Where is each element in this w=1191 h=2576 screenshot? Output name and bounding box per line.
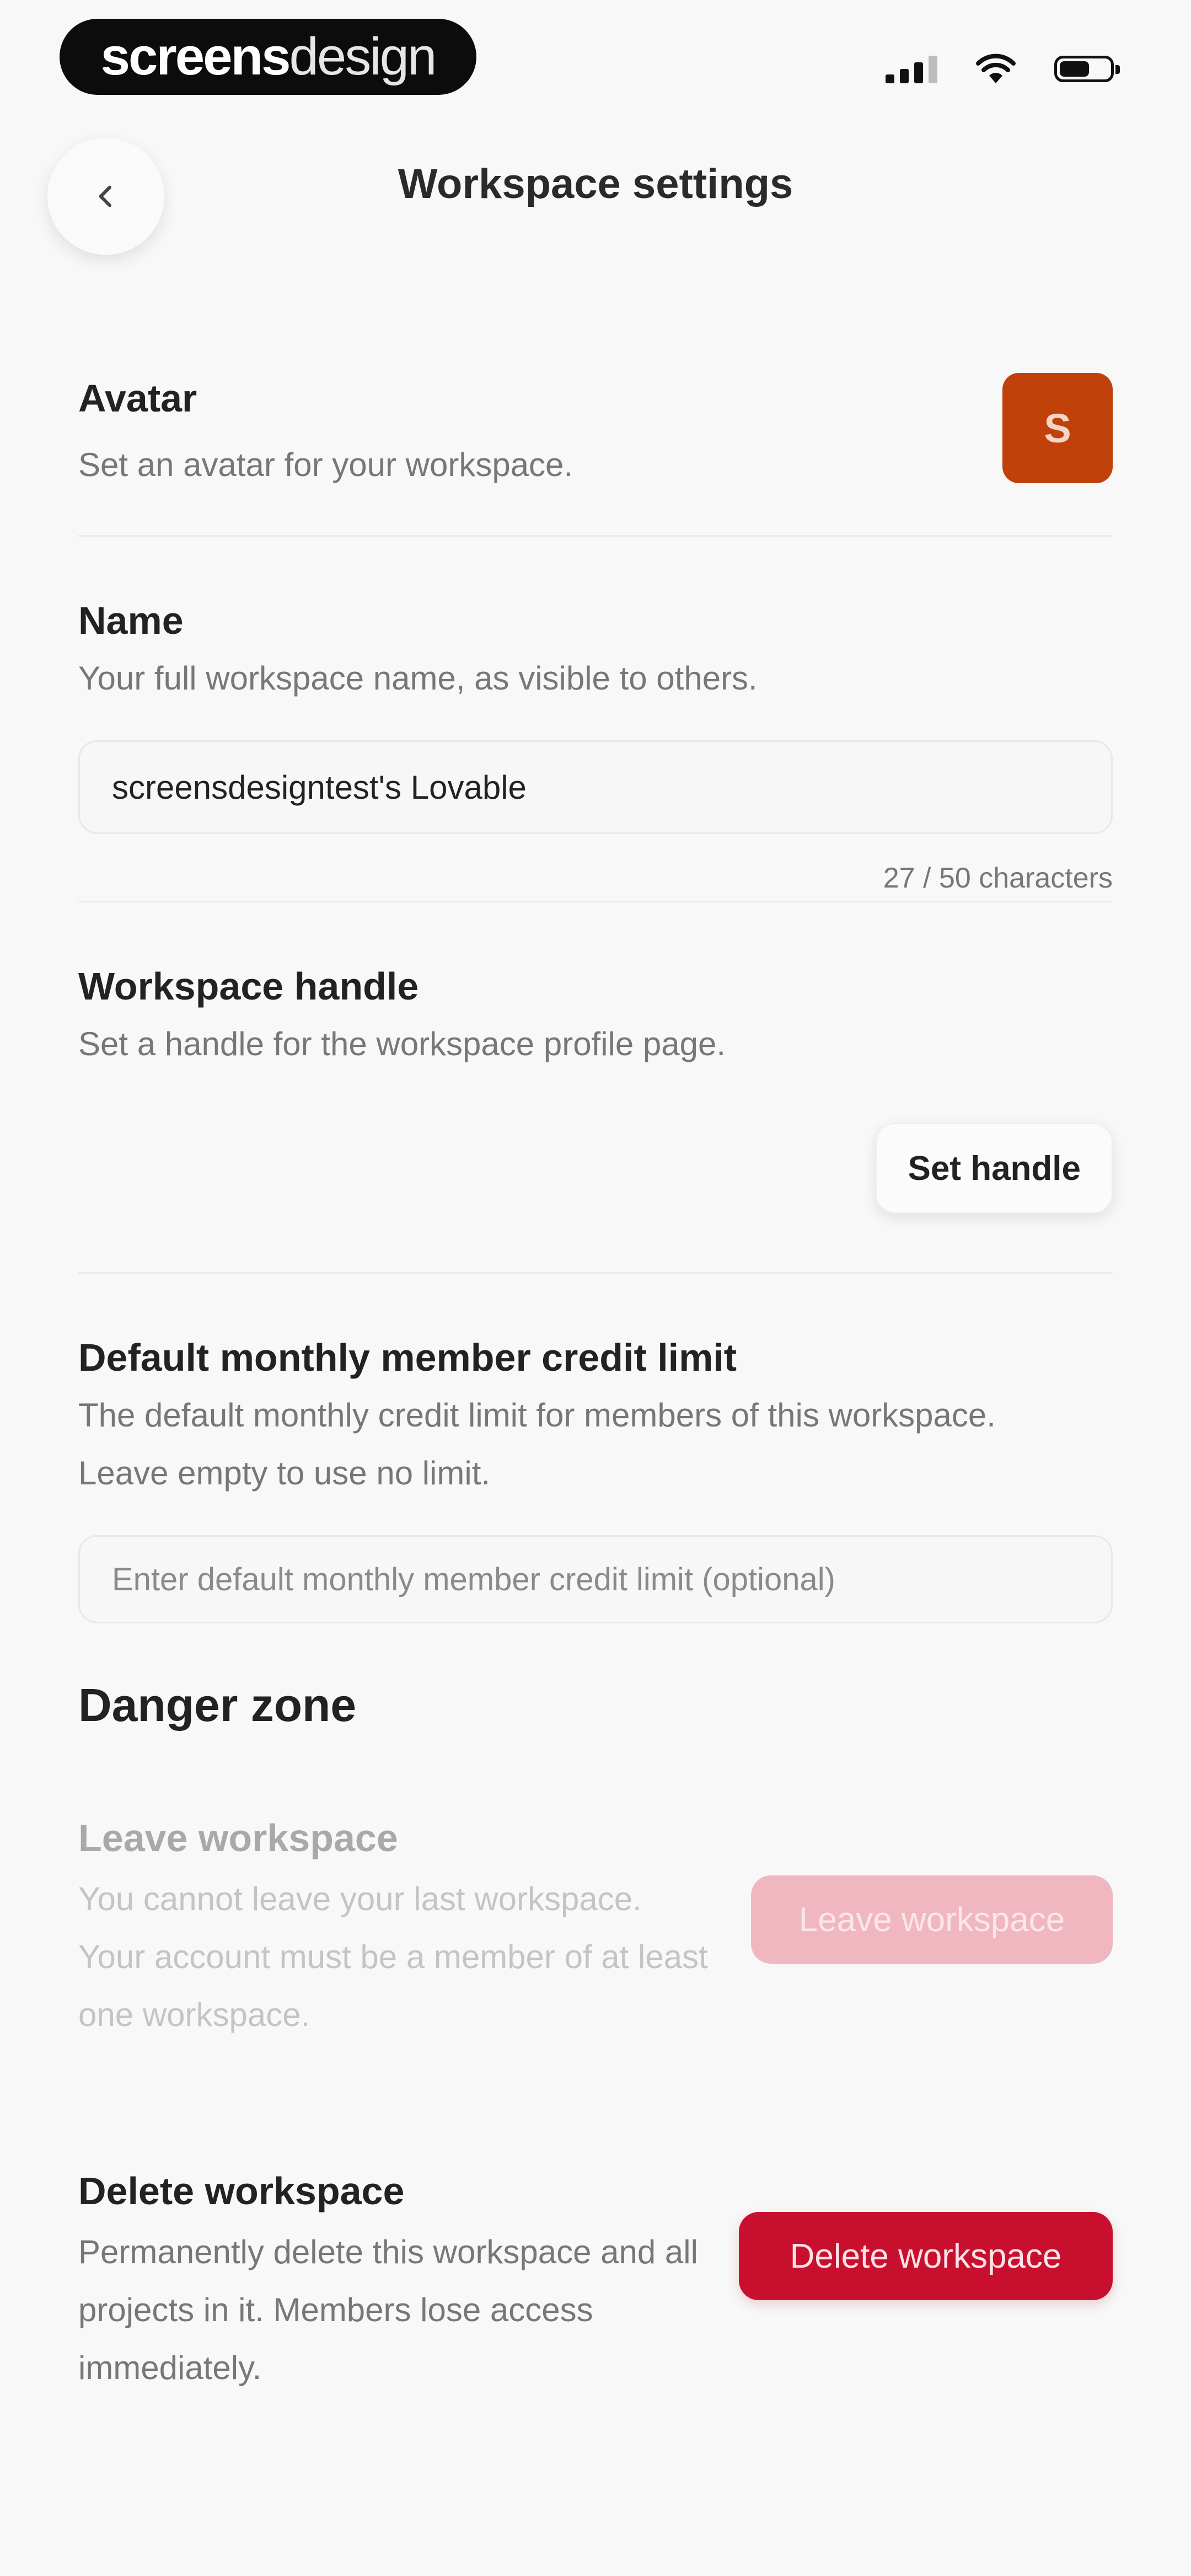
brand-logo: screens design [60, 19, 476, 95]
name-label: Name [78, 599, 184, 642]
status-icons [886, 44, 1120, 94]
name-description: Your full workspace name, as visible to … [78, 660, 758, 697]
battery-fill [1060, 61, 1089, 77]
leave-workspace-text: Leave workspace You cannot leave your la… [78, 1815, 712, 2044]
workspace-name-input[interactable]: screensdesigntest's Lovable [78, 740, 1113, 834]
credit-limit-placeholder: Enter default monthly member credit limi… [112, 1561, 835, 1597]
battery-icon [1054, 56, 1120, 82]
wifi-icon [976, 54, 1016, 83]
avatar-description: Set an avatar for your workspace. [78, 446, 573, 483]
credit-limit-label: Default monthly member credit limit [78, 1336, 737, 1379]
leave-workspace-button[interactable]: Leave workspace [751, 1875, 1113, 1964]
avatar-label: Avatar [78, 377, 197, 420]
delete-workspace-description: Permanently delete this workspace and al… [78, 2233, 698, 2386]
brand-logo-light: design [289, 27, 437, 86]
header: Workspace settings [0, 127, 1191, 259]
credit-limit-section: Default monthly member credit limit The … [78, 1274, 1113, 1623]
signal-icon [886, 55, 937, 83]
set-handle-button[interactable]: Set handle [876, 1123, 1113, 1214]
workspace-avatar[interactable]: S [1002, 373, 1113, 483]
leave-workspace-row: Leave workspace You cannot leave your la… [78, 1815, 1113, 2168]
handle-description: Set a handle for the workspace profile p… [78, 1025, 726, 1062]
leave-workspace-label: Leave workspace [78, 1816, 398, 1859]
delete-workspace-row: Delete workspace Permanently delete this… [78, 2168, 1113, 2477]
delete-workspace-button[interactable]: Delete workspace [739, 2212, 1113, 2300]
brand-logo-bold: screens [100, 27, 291, 86]
avatar-section: Avatar Set an avatar for your workspace.… [78, 353, 1113, 535]
delete-workspace-label: Delete workspace [78, 2169, 405, 2212]
credit-limit-input[interactable]: Enter default monthly member credit limi… [78, 1535, 1113, 1623]
handle-label: Workspace handle [78, 965, 419, 1008]
delete-workspace-text: Delete workspace Permanently delete this… [78, 2168, 712, 2397]
workspace-name-value: screensdesigntest's Lovable [112, 768, 527, 806]
settings-content: Avatar Set an avatar for your workspace.… [78, 353, 1113, 2477]
handle-section: Workspace handle Set a handle for the wo… [78, 902, 1113, 1272]
danger-zone-title: Danger zone [78, 1679, 357, 1731]
name-section: Name Your full workspace name, as visibl… [78, 537, 1113, 901]
leave-workspace-description: You cannot leave your last workspace. Yo… [78, 1880, 708, 2033]
workspace-settings-screen: screens design Workspace settings Avatar… [0, 0, 1191, 2576]
credit-limit-description: The default monthly credit limit for mem… [78, 1397, 996, 1492]
page-title: Workspace settings [398, 161, 793, 207]
status-bar: screens design [0, 0, 1191, 110]
character-counter: 27 / 50 characters [883, 862, 1113, 894]
